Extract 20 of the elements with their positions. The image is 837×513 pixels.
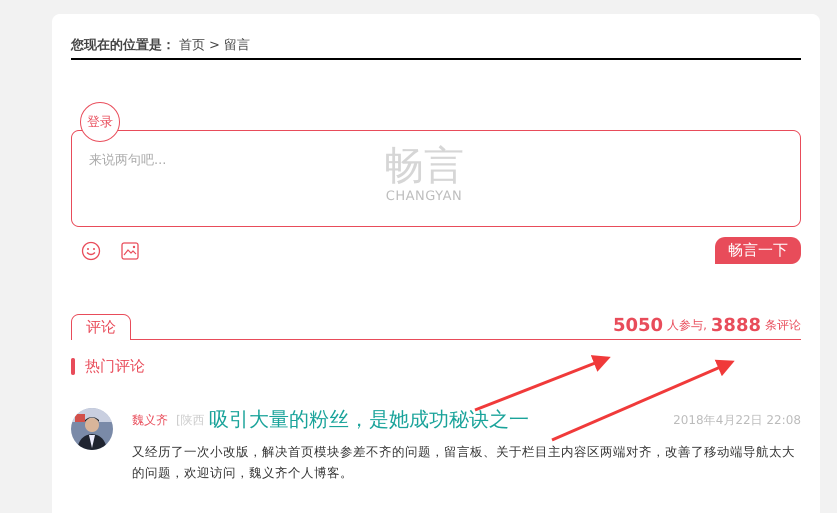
breadcrumb-separator: >: [209, 38, 220, 52]
emoji-icon[interactable]: [81, 240, 101, 260]
author-link[interactable]: 魏义齐: [132, 412, 168, 429]
comment-count-label: 条评论: [765, 317, 801, 334]
participant-label: 人参与,: [667, 317, 707, 334]
section-title: 热门评论: [85, 357, 145, 376]
breadcrumb-label: 您现在的位置是：: [71, 37, 175, 54]
breadcrumb-link[interactable]: 留言: [224, 36, 250, 54]
breadcrumb-link[interactable]: 首页: [179, 36, 205, 54]
comment-text: 又经历了一次小改版，解决首页模块参差不齐的问题，留言板、关于栏目主内容区两端对齐，改善了移动端导航太大的问题，欢迎访问，魏义齐个人博客。: [132, 443, 796, 482]
annotation-text: 吸引大量的粉丝，是她成功秘诀之一: [209, 406, 529, 433]
image-icon[interactable]: [121, 242, 139, 260]
participant-count: 5050: [612, 315, 664, 338]
section-marker: [71, 358, 75, 375]
comment-time: 2018年4月22日 22:08: [673, 412, 801, 429]
comment-count: 3888: [710, 315, 761, 338]
submit-button[interactable]: 畅言一下: [715, 237, 801, 264]
logo-subtext: CHANGYAN: [386, 189, 462, 204]
comments-tab[interactable]: 评论: [71, 314, 131, 340]
login-button[interactable]: 登录: [80, 102, 120, 142]
